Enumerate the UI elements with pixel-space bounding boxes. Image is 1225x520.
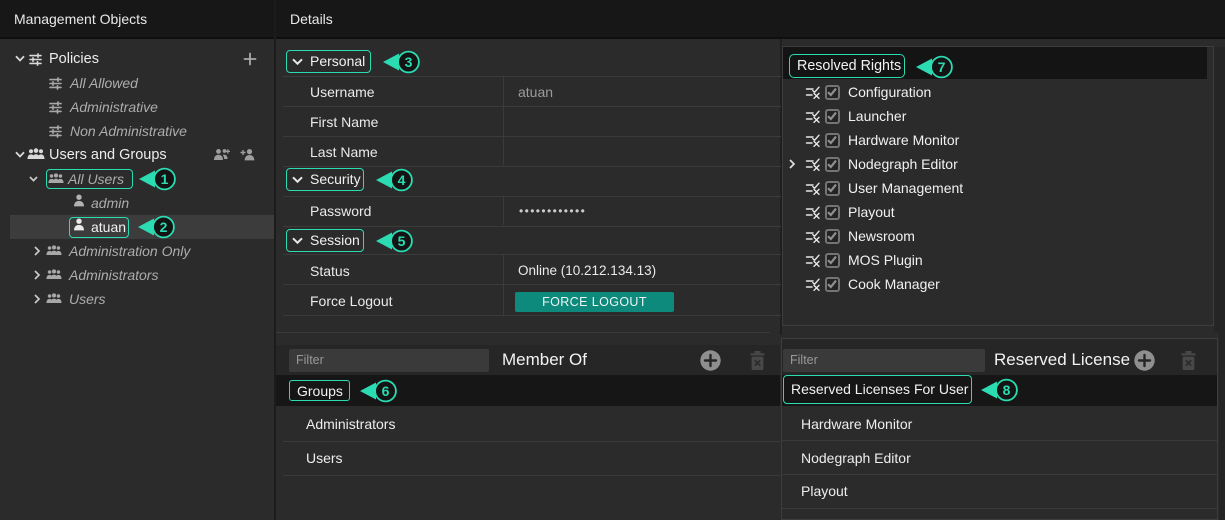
- svg-text:2: 2: [160, 219, 168, 235]
- svg-text:8: 8: [1002, 382, 1010, 398]
- svg-text:7: 7: [937, 58, 945, 74]
- svg-text:5: 5: [398, 232, 406, 248]
- svg-text:6: 6: [382, 382, 390, 398]
- svg-text:4: 4: [398, 172, 406, 188]
- svg-text:3: 3: [404, 54, 412, 70]
- svg-text:1: 1: [160, 170, 168, 186]
